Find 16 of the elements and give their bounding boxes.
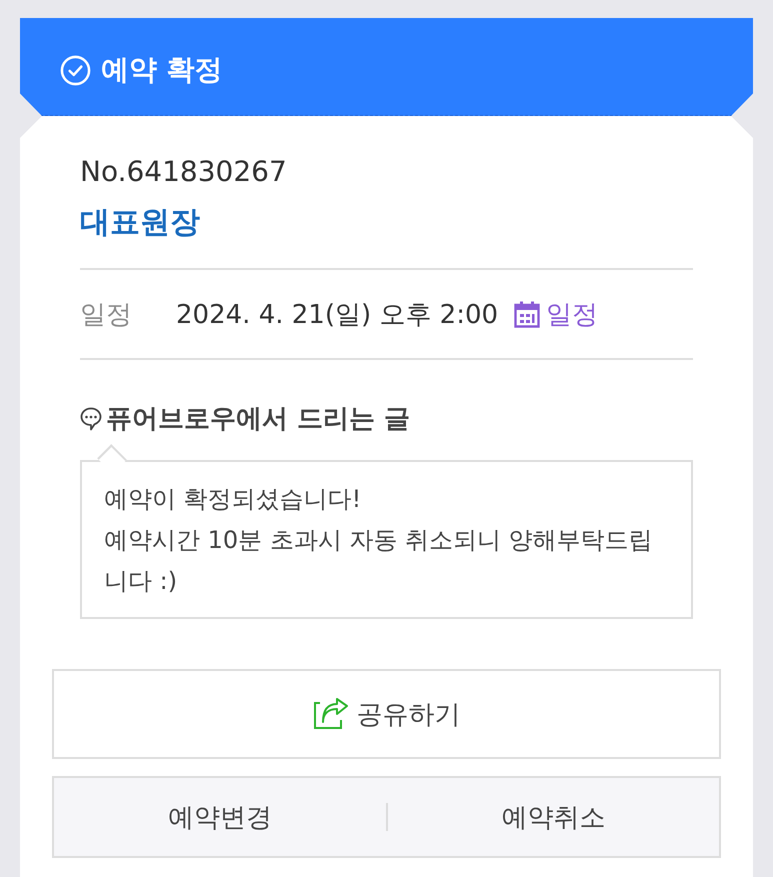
schedule-value: 2024. 4. 21(일) 오후 2:00 bbox=[176, 298, 498, 332]
action-button[interactable]: 예약변경 bbox=[54, 778, 386, 856]
calendar-link[interactable]: 일정 bbox=[514, 296, 598, 332]
header-title: 예약 확정 bbox=[101, 54, 223, 86]
share-icon bbox=[312, 698, 348, 730]
booking-number: No.641830267 bbox=[80, 154, 288, 190]
action-button[interactable]: 예약취소 bbox=[388, 778, 719, 856]
share-button[interactable]: 공유하기 bbox=[52, 669, 721, 759]
message-text: 예약시간 10분 초과시 자동 취소되니 양해부탁드립니다 :) bbox=[104, 525, 654, 597]
check-circle-icon bbox=[60, 55, 91, 86]
schedule-label: 일정 bbox=[80, 298, 133, 332]
staff-name: 대표원장 bbox=[80, 205, 201, 241]
calendar-icon bbox=[514, 300, 540, 328]
message-title: 퓨어브로우에서 드리는 글 bbox=[106, 403, 410, 436]
chat-bubble-icon bbox=[80, 407, 102, 431]
message-text: 예약이 확정되셨습니다! bbox=[104, 484, 362, 515]
